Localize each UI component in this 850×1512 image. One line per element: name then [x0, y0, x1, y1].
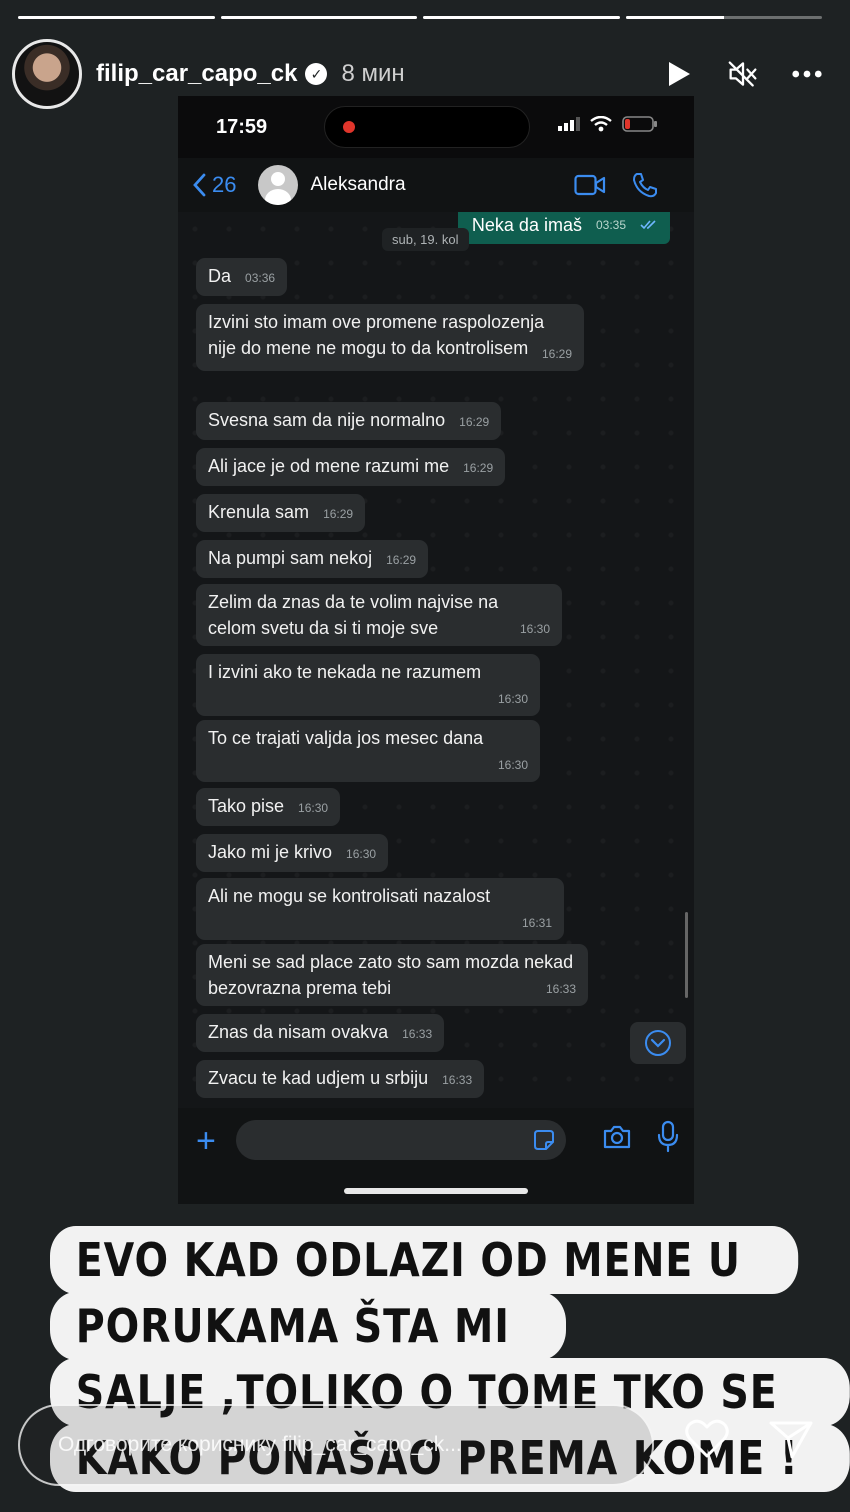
message-bubble: Zvacu te kad udjem u srbiju 16:33 [196, 1060, 485, 1098]
message-text: Krenula sam [208, 502, 310, 522]
message-time: 16:31 [521, 916, 552, 930]
verified-badge-icon: ✓ [305, 63, 328, 85]
story-actions [664, 59, 822, 89]
message-bubble: Izvini sto imam ove promene raspolozenja… [196, 304, 584, 371]
message-bubble: Tako pise 16:30 [196, 788, 341, 826]
reply-actions [684, 1418, 814, 1460]
message-bubble: Da 03:36 [196, 258, 288, 296]
contact-name[interactable]: Aleksandra [310, 174, 405, 196]
message-time: 16:29 [541, 347, 572, 361]
mute-icon[interactable] [728, 59, 758, 89]
caption-line: EVO KAD ODLAZI OD MENE U [50, 1226, 799, 1294]
status-icons [558, 116, 658, 132]
message-time: 03:35 [595, 218, 626, 232]
wifi-icon [590, 116, 612, 132]
message-time: 16:33 [442, 1073, 473, 1087]
avatar[interactable] [12, 39, 82, 109]
reply-input[interactable]: Одговорите кориснику filip_car_capo_ck..… [18, 1404, 654, 1486]
message-text: I izvini ako te nekada ne razumem [208, 662, 482, 682]
message-bubble: Meni se sad place zato sto sam mozda nek… [196, 944, 588, 1006]
progress-segment [220, 16, 417, 19]
message-text: Izvini sto imam ove promene raspolozenja… [208, 312, 545, 358]
chat-input-bar: + [178, 1108, 694, 1204]
date-separator: sub, 19. kol [382, 228, 469, 251]
message-time: 16:29 [463, 461, 494, 475]
message-text: Tako pise [208, 796, 285, 816]
message-time: 16:30 [497, 692, 528, 706]
message-text: Jako mi je krivo [208, 842, 333, 862]
message-text: Ali jace je od mene razumi me [208, 456, 450, 476]
progress-segment [18, 16, 215, 19]
status-time: 17:59 [216, 116, 268, 138]
message-time: 16:33 [402, 1027, 433, 1041]
back-button[interactable]: 26 [192, 172, 236, 198]
message-bubble: I izvini ako te nekada ne razumem 16:30 [196, 654, 540, 716]
microphone-icon[interactable] [656, 1120, 680, 1154]
message-time: 03:36 [245, 271, 276, 285]
message-text: Na pumpi sam nekoj [208, 548, 373, 568]
caption-line: PORUKAMA ŠTA MI [50, 1292, 566, 1360]
sticker-icon[interactable] [532, 1128, 556, 1152]
message-time: 16:33 [545, 982, 576, 996]
more-icon[interactable] [792, 59, 822, 89]
story-progress [18, 16, 822, 19]
heart-icon[interactable] [684, 1418, 730, 1460]
home-indicator [344, 1188, 528, 1194]
message-text: Da [208, 266, 232, 286]
progress-segment [423, 16, 620, 19]
message-text: Neka da imaš [471, 214, 582, 235]
battery-icon [622, 116, 657, 132]
chat-scrollbar[interactable] [685, 912, 688, 998]
recording-dot-icon [343, 121, 355, 133]
message-text: Meni se sad place zato sto sam mozda nek… [208, 952, 574, 998]
message-text: Znas da nisam ovakva [208, 1022, 389, 1042]
phone-call-icon[interactable] [632, 172, 658, 198]
message-bubble: Krenula sam 16:29 [196, 494, 366, 532]
message-text: Ali ne mogu se kontrolisati nazalost [208, 886, 491, 906]
attach-plus-icon[interactable]: + [196, 1124, 216, 1158]
chevron-left-icon [193, 173, 206, 197]
message-bubble: Na pumpi sam nekoj 16:29 [196, 540, 429, 578]
phone-status-bar: 17:59 [178, 96, 694, 158]
sent-message: Neka da imaš 03:35 [457, 212, 670, 244]
message-time: 16:30 [497, 758, 528, 772]
contact-avatar[interactable] [258, 165, 299, 205]
reply-placeholder: Одговорите кориснику filip_car_capo_ck..… [58, 1433, 462, 1456]
signal-icon [558, 117, 580, 131]
video-call-icon[interactable] [574, 174, 606, 196]
message-text: Zvacu te kad udjem u srbiju [208, 1068, 429, 1088]
unread-count: 26 [212, 172, 237, 197]
chat-messages[interactable]: Neka da imaš 03:35 sub, 19. kol Da 03:36 … [178, 212, 694, 1108]
chat-header: 26 Aleksandra [178, 158, 694, 212]
message-bubble: To ce trajati valjda jos mesec dana 16:30 [196, 720, 540, 782]
send-icon[interactable] [768, 1418, 814, 1460]
time-ago: 8 мин [341, 60, 405, 87]
chat-actions [574, 172, 658, 198]
message-bubble: Zelim da znas da te volim najvise na cel… [196, 584, 562, 646]
message-text: To ce trajati valjda jos mesec dana [208, 728, 484, 748]
message-bubble: Ali jace je od mene razumi me 16:29 [196, 448, 506, 486]
message-text: Zelim da znas da te volim najvise na cel… [208, 592, 499, 638]
message-input[interactable] [236, 1120, 566, 1160]
message-time: 16:30 [346, 847, 377, 861]
progress-segment-current [625, 16, 822, 19]
message-text: Svesna sam da nije normalno [208, 410, 446, 430]
message-bubble: Jako mi je krivo 16:30 [196, 834, 389, 872]
message-bubble: Svesna sam da nije normalno 16:29 [196, 402, 502, 440]
message-time: 16:29 [459, 415, 490, 429]
message-time: 16:30 [298, 801, 329, 815]
double-check-icon [640, 220, 656, 230]
message-time: 16:29 [386, 553, 417, 567]
chat-screenshot: 17:59 26 Aleksandra Neka da imaš 03:35 s… [178, 96, 694, 1204]
message-time: 16:29 [323, 507, 354, 521]
message-bubble: Ali ne mogu se kontrolisati nazalost 16:3… [196, 878, 564, 940]
message-bubble: Znas da nisam ovakva 16:33 [196, 1014, 445, 1052]
username[interactable]: filip_car_capo_ck [96, 60, 297, 88]
chevron-down-circle-icon [645, 1030, 671, 1056]
dynamic-island [324, 106, 530, 148]
scroll-down-button[interactable] [630, 1022, 686, 1064]
play-icon[interactable] [664, 59, 694, 89]
message-time: 16:30 [519, 622, 550, 636]
camera-icon[interactable] [602, 1124, 632, 1150]
